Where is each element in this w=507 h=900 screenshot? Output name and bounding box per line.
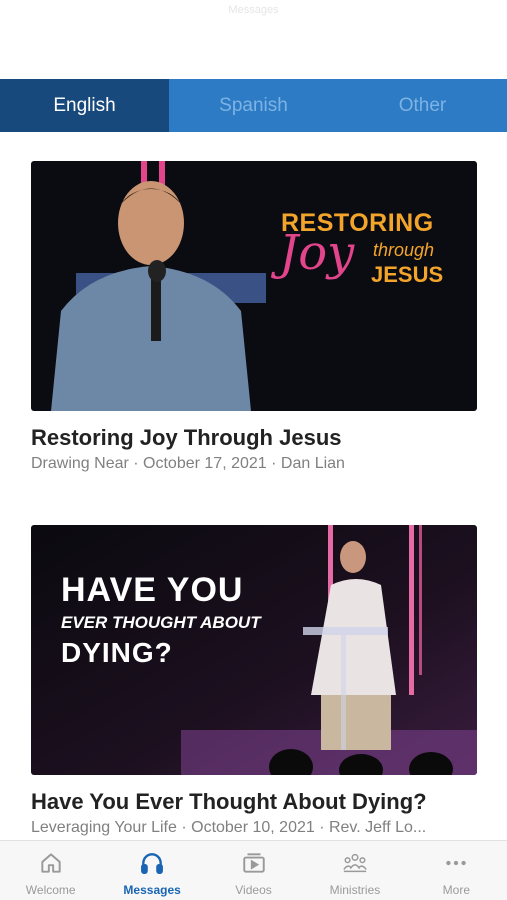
thumb-text-line3: through: [373, 240, 435, 260]
video-icon: [240, 849, 268, 877]
thumb-text-line4: JESUS: [371, 262, 444, 287]
thumb-text-line3: DYING?: [61, 637, 173, 668]
status-area: Messages: [0, 0, 507, 79]
message-meta: Drawing Near · October 17, 2021 · Dan Li…: [31, 455, 345, 472]
more-icon: [442, 849, 470, 877]
nav-label: Messages: [123, 883, 181, 897]
tab-english[interactable]: English: [0, 79, 169, 132]
message-thumbnail[interactable]: HAVE YOU EVER THOUGHT ABOUT DYING?: [31, 525, 477, 775]
language-tab-bar: English Spanish Other: [0, 79, 507, 132]
tab-spanish[interactable]: Spanish: [169, 79, 338, 132]
nav-messages[interactable]: Messages: [101, 841, 202, 900]
thumb-text-line1: HAVE YOU: [61, 571, 244, 609]
message-card[interactable]: RESTORING Joy through JESUS Restoring Jo…: [31, 161, 477, 473]
nav-label: More: [442, 883, 470, 897]
nav-welcome[interactable]: Welcome: [0, 841, 101, 900]
nav-more[interactable]: More: [406, 841, 507, 900]
message-thumbnail[interactable]: RESTORING Joy through JESUS: [31, 161, 477, 411]
nav-label: Videos: [235, 883, 272, 897]
nav-label: Ministries: [329, 883, 381, 897]
message-card[interactable]: HAVE YOU EVER THOUGHT ABOUT DYING? Have …: [31, 525, 477, 837]
people-icon: [341, 849, 369, 877]
message-title[interactable]: Restoring Joy Through Jesus: [31, 425, 477, 451]
home-icon: [37, 849, 65, 877]
thumb-text-line2: EVER THOUGHT ABOUT: [61, 613, 261, 632]
message-title[interactable]: Have You Ever Thought About Dying?: [31, 789, 477, 815]
bottom-nav: Welcome Messages Videos Ministries More: [0, 840, 507, 900]
headphones-icon: [138, 849, 166, 877]
message-feed[interactable]: RESTORING Joy through JESUS Restoring Jo…: [0, 132, 507, 840]
thumb-text-line2: Joy: [279, 225, 355, 281]
nav-label: Welcome: [25, 883, 76, 897]
nav-ministries[interactable]: Ministries: [304, 841, 405, 900]
nav-videos[interactable]: Videos: [203, 841, 304, 900]
tab-other[interactable]: Other: [338, 79, 507, 132]
status-hint: Messages: [228, 4, 279, 16]
message-meta: Leveraging Your Life · October 10, 2021 …: [31, 819, 427, 836]
